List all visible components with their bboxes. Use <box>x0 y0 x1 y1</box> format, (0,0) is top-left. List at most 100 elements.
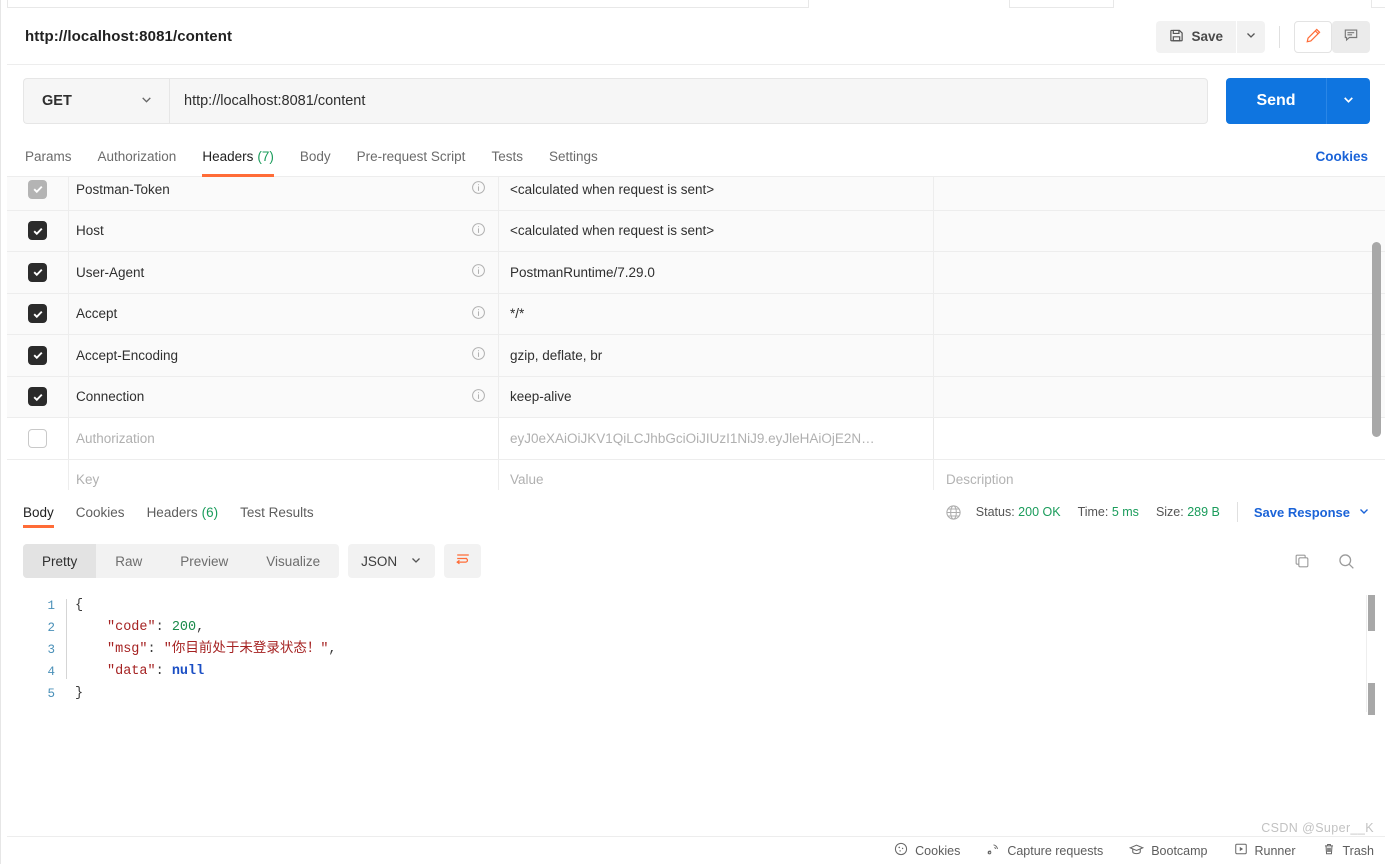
header-value-cell[interactable]: <calculated when request is sent> <box>499 177 934 210</box>
statusbar-capture-requests[interactable]: Capture requests <box>986 842 1103 859</box>
tab-pre-request-script[interactable]: Pre-request Script <box>357 137 466 177</box>
code-line: } <box>75 683 1385 705</box>
view-mode-visualize[interactable]: Visualize <box>247 544 339 578</box>
request-cookies-link[interactable]: Cookies <box>1315 149 1368 164</box>
header-enabled-checkbox[interactable] <box>28 179 47 199</box>
table-row[interactable]: Accept */* <box>7 293 1385 335</box>
header-description-cell[interactable] <box>934 211 1385 252</box>
header-enabled-checkbox[interactable] <box>28 221 47 241</box>
chevron-down-icon <box>140 93 153 110</box>
info-icon[interactable] <box>471 305 486 323</box>
scrollbar-thumb-vertical[interactable] <box>1368 595 1375 631</box>
header-value-cell[interactable]: <calculated when request is sent> <box>499 210 934 251</box>
table-row[interactable]: Authorization eyJ0eXAiOiJKV1QiLCJhbGciOiJ… <box>7 418 1385 460</box>
copy-button[interactable] <box>1293 552 1311 570</box>
code-line: { <box>75 595 1385 617</box>
table-row[interactable]: User-Agent PostmanRuntime/7.29.0 <box>7 252 1385 294</box>
header-enabled-checkbox[interactable] <box>28 387 47 407</box>
table-row[interactable]: Connection keep-alive <box>7 376 1385 418</box>
graduation-cap-icon <box>1129 842 1145 860</box>
header-enabled-checkbox[interactable] <box>28 262 47 282</box>
table-row[interactable]: Accept-Encoding gzip, deflate, br <box>7 335 1385 377</box>
statusbar-runner[interactable]: Runner <box>1234 842 1296 859</box>
header-value-cell[interactable]: */* <box>499 293 934 334</box>
tab-count: (6) <box>201 504 219 520</box>
search-button[interactable] <box>1337 552 1356 571</box>
save-button[interactable]: Save <box>1156 20 1236 53</box>
response-tab-test-results[interactable]: Test Results <box>240 493 314 531</box>
view-mode-pretty[interactable]: Pretty <box>23 544 97 578</box>
header-value-cell[interactable]: eyJ0eXAiOiJKV1QiLCJhbGciOiJIUzI1NiJ9.eyJ… <box>499 418 934 459</box>
headers-table-scrollbar[interactable] <box>1372 242 1381 437</box>
tab-settings[interactable]: Settings <box>549 137 598 177</box>
header-description-input[interactable]: Description <box>934 460 1385 491</box>
tab-body[interactable]: Body <box>300 137 331 177</box>
header-key-cell[interactable]: Postman-Token <box>69 177 499 210</box>
view-mode-preview[interactable]: Preview <box>161 544 247 578</box>
headers-table: Postman-Token <calculated when request is… <box>7 177 1385 490</box>
response-tab-body[interactable]: Body <box>23 493 54 531</box>
status-value: 200 OK <box>1018 505 1061 519</box>
table-row[interactable]: Postman-Token <calculated when request is… <box>7 177 1385 211</box>
response-body-code[interactable]: 12345 {"code": 200, "msg": "你目前处于未登录状态！",… <box>7 588 1385 837</box>
edit-button[interactable] <box>1294 20 1332 53</box>
header-description-cell[interactable] <box>934 335 1385 376</box>
info-icon[interactable] <box>471 180 486 198</box>
statusbar-bootcamp[interactable]: Bootcamp <box>1129 842 1208 860</box>
header-value-cell[interactable]: PostmanRuntime/7.29.0 <box>499 252 934 293</box>
header-enabled-checkbox[interactable] <box>28 428 47 448</box>
save-response-button[interactable]: Save Response <box>1254 505 1370 520</box>
time-label: Time: <box>1077 505 1109 519</box>
view-mode-raw[interactable]: Raw <box>96 544 161 578</box>
header-value-cell[interactable]: keep-alive <box>499 376 934 417</box>
statusbar-cookies[interactable]: Cookies <box>894 842 960 859</box>
table-row-new[interactable]: Key Value Description <box>7 459 1385 491</box>
comment-button[interactable] <box>1332 20 1370 53</box>
response-body-scrollbar[interactable] <box>1366 595 1375 715</box>
statusbar-trash[interactable]: Trash <box>1322 842 1374 859</box>
header-description-cell[interactable] <box>934 294 1385 335</box>
tab-tests[interactable]: Tests <box>491 137 523 177</box>
size-badge: Size: 289 B <box>1156 505 1220 519</box>
table-row[interactable]: Host <calculated when request is sent> <box>7 210 1385 252</box>
scrollbar-thumb-horizontal[interactable] <box>1368 683 1375 715</box>
header-key-cell[interactable]: User-Agent <box>69 252 499 293</box>
header-key-cell[interactable]: Accept <box>69 293 499 334</box>
line-number: 4 <box>47 665 55 679</box>
format-select[interactable]: JSON <box>348 544 436 578</box>
save-options-button[interactable] <box>1237 20 1265 53</box>
header-description-cell[interactable] <box>934 418 1385 459</box>
header-key-cell[interactable]: Host <box>69 210 499 251</box>
header-key-cell[interactable]: Connection <box>69 376 499 417</box>
header-key-input[interactable]: Key <box>69 459 499 490</box>
header-description-cell[interactable] <box>934 252 1385 293</box>
url-bar: GET http://localhost:8081/content Send <box>7 65 1385 137</box>
tab-authorization[interactable]: Authorization <box>98 137 177 177</box>
header-enabled-checkbox[interactable] <box>28 345 47 365</box>
code-token: "你目前处于未登录状态！" <box>163 642 329 657</box>
header-value-cell[interactable]: gzip, deflate, br <box>499 335 934 376</box>
wrap-lines-button[interactable] <box>444 544 482 578</box>
method-select[interactable]: GET <box>23 78 169 124</box>
header-key-text: Accept-Encoding <box>76 347 179 363</box>
tab-params[interactable]: Params <box>25 137 72 177</box>
tab-headers[interactable]: Headers (7) <box>202 137 274 177</box>
response-tab-headers[interactable]: Headers (6) <box>147 493 219 531</box>
info-icon[interactable] <box>471 388 486 406</box>
info-icon[interactable] <box>471 346 486 364</box>
info-icon[interactable] <box>471 222 486 240</box>
url-input[interactable]: http://localhost:8081/content <box>169 78 1208 124</box>
tab-label: Test Results <box>240 504 314 520</box>
header-key-cell[interactable]: Accept-Encoding <box>69 335 499 376</box>
response-tab-cookies[interactable]: Cookies <box>76 493 125 531</box>
header-enabled-checkbox[interactable] <box>28 304 47 324</box>
header-description-cell[interactable] <box>934 377 1385 418</box>
header-value-input[interactable]: Value <box>499 459 934 490</box>
header-description-cell[interactable] <box>934 177 1385 210</box>
header-key-cell[interactable]: Authorization <box>69 418 499 459</box>
send-options-button[interactable] <box>1326 78 1370 124</box>
code-token: null <box>171 664 205 679</box>
info-icon[interactable] <box>471 263 486 281</box>
tab-count: (7) <box>257 149 274 164</box>
send-button[interactable]: Send <box>1226 78 1326 124</box>
